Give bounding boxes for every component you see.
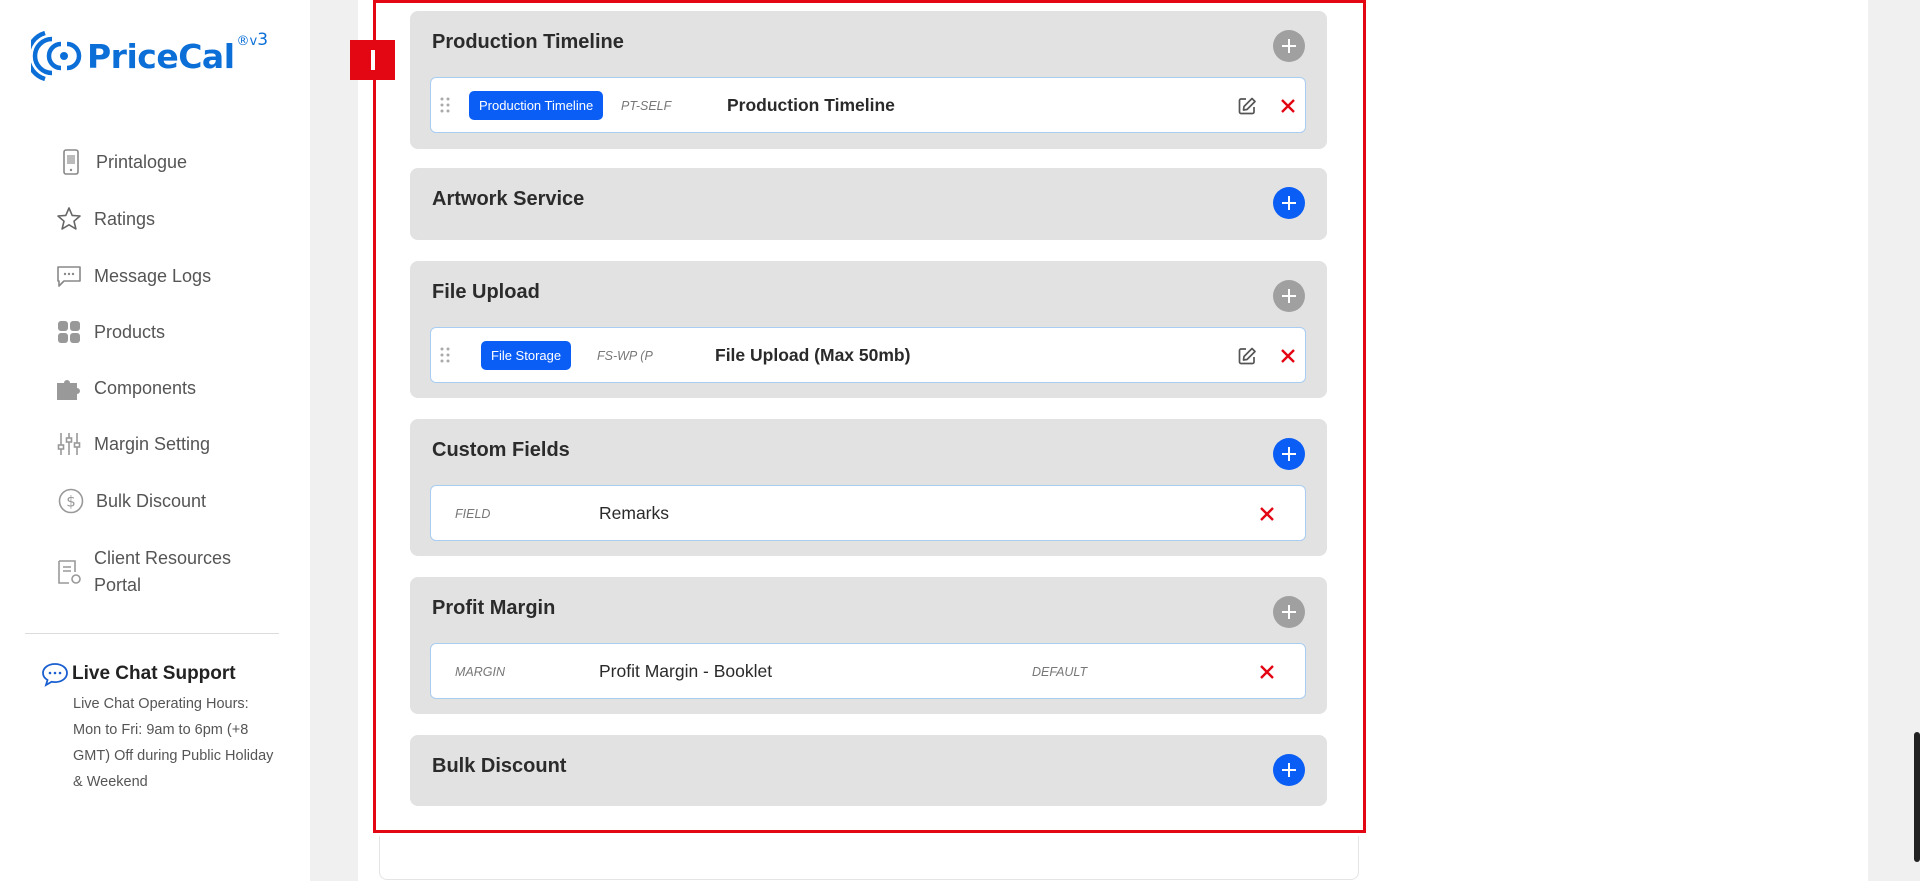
chat-bubble-icon	[42, 663, 68, 687]
section-title: Profit Margin	[432, 597, 556, 619]
grid-icon	[54, 317, 84, 347]
sidebar-divider	[25, 633, 279, 634]
scrollbar-thumb[interactable]	[1914, 732, 1920, 862]
sidebar-item-label: Components	[94, 377, 197, 398]
edit-icon[interactable]	[1237, 346, 1257, 366]
sidebar-item-components[interactable]: Components	[54, 371, 196, 405]
sidebar-item-label: Message Logs	[94, 265, 212, 286]
item-type-tag: File Storage	[481, 341, 572, 370]
delete-icon[interactable]	[1280, 98, 1296, 114]
highlight-marker	[350, 40, 395, 80]
phone-catalog-icon	[56, 147, 86, 177]
section-title: Custom Fields	[432, 439, 570, 461]
sidebar-item-products[interactable]: Products	[54, 315, 165, 349]
live-chat-support[interactable]: Live Chat Support Live Chat Operating Ho…	[40, 661, 280, 795]
sidebar-item-label: Printalogue	[96, 151, 188, 172]
section-custom-fields: Custom Fields FIELD Remarks	[410, 419, 1327, 556]
delete-icon[interactable]	[1280, 348, 1296, 364]
item-default-label: DEFAULT	[1032, 665, 1088, 679]
section-production-timeline: Production Timeline Production Timeline …	[410, 11, 1327, 149]
logo-wordmark: PriceCal	[87, 36, 235, 76]
sidebar-item-label: Client Resources Portal	[94, 548, 232, 595]
edit-icon[interactable]	[1237, 96, 1257, 116]
sidebar-item-client-resources-portal[interactable]: Client Resources Portal	[54, 545, 274, 595]
section-file-upload: File Upload File Storage FS-WP (P File U…	[410, 261, 1327, 398]
sidebar-item-label: Ratings	[94, 208, 156, 229]
item-code: FS-WP (P	[597, 349, 653, 363]
item-code: PT-SELF	[621, 99, 672, 113]
svg-text:$: $	[66, 493, 76, 511]
sidebar: PriceCal ®v3 Printalogue Ratings Message…	[0, 0, 310, 881]
delete-icon[interactable]	[1259, 506, 1275, 522]
plus-icon	[1282, 605, 1296, 619]
item-type-tag: Production Timeline	[469, 91, 604, 120]
section-title: Bulk Discount	[432, 755, 567, 777]
add-bulk-discount-button[interactable]	[1273, 754, 1305, 786]
list-item: MARGIN Profit Margin - Booklet DEFAULT	[430, 643, 1306, 699]
plus-icon	[1282, 196, 1296, 210]
plus-icon	[1282, 289, 1296, 303]
sidebar-item-bulk-discount[interactable]: $ Bulk Discount	[56, 484, 206, 518]
add-file-upload-button[interactable]	[1273, 280, 1305, 312]
star-icon	[54, 204, 84, 234]
dollar-circle-icon: $	[56, 486, 86, 516]
item-name: Profit Margin - Booklet	[599, 661, 773, 681]
add-artwork-service-button[interactable]	[1273, 187, 1305, 219]
support-title: Live Chat Support	[72, 663, 236, 684]
sidebar-item-message-logs[interactable]: Message Logs	[54, 259, 211, 293]
drag-handle-icon[interactable]	[439, 95, 451, 115]
section-title: Production Timeline	[432, 31, 624, 53]
item-name: File Upload (Max 50mb)	[715, 345, 911, 365]
section-bulk-discount: Bulk Discount	[410, 735, 1327, 806]
puzzle-icon	[54, 373, 84, 403]
support-hours-text: Live Chat Operating Hours: Mon to Fri: 9…	[73, 696, 274, 790]
sidebar-item-label: Bulk Discount	[96, 490, 207, 511]
drag-handle-icon[interactable]	[439, 345, 451, 365]
item-code: FIELD	[455, 507, 491, 521]
add-custom-field-button[interactable]	[1273, 438, 1305, 470]
pricecal-logo[interactable]: PriceCal ®v3	[31, 26, 268, 86]
logo-version: ®v3	[236, 30, 269, 50]
plus-icon	[1282, 763, 1296, 777]
sidebar-item-label: Products	[94, 321, 166, 342]
chat-dots-icon	[54, 261, 84, 291]
delete-icon[interactable]	[1259, 664, 1275, 680]
sidebar-item-ratings[interactable]: Ratings	[54, 202, 155, 236]
section-title: File Upload	[432, 281, 540, 303]
plus-icon	[1282, 447, 1296, 461]
document-user-icon	[54, 557, 84, 587]
section-profit-margin: Profit Margin MARGIN Profit Margin - Boo…	[410, 577, 1327, 714]
item-name: Remarks	[599, 503, 670, 523]
item-name: Production Timeline	[727, 95, 895, 115]
right-gutter	[1868, 0, 1920, 881]
lower-card-edge	[379, 836, 1359, 880]
list-item: FIELD Remarks	[430, 485, 1306, 541]
item-code: MARGIN	[455, 665, 505, 679]
sidebar-item-label: Margin Setting	[94, 433, 211, 454]
section-artwork-service: Artwork Service	[410, 168, 1327, 240]
list-item: Production Timeline PT-SELF Production T…	[430, 77, 1306, 133]
sliders-icon	[54, 429, 84, 459]
add-production-timeline-button[interactable]	[1273, 30, 1305, 62]
sidebar-item-margin-setting[interactable]: Margin Setting	[54, 427, 210, 461]
add-profit-margin-button[interactable]	[1273, 596, 1305, 628]
section-title: Artwork Service	[432, 188, 585, 210]
list-item: File Storage FS-WP (P File Upload (Max 5…	[430, 327, 1306, 383]
logo-waves-icon	[31, 30, 82, 82]
plus-icon	[1282, 39, 1296, 53]
sidebar-item-printalogue[interactable]: Printalogue	[56, 145, 187, 179]
